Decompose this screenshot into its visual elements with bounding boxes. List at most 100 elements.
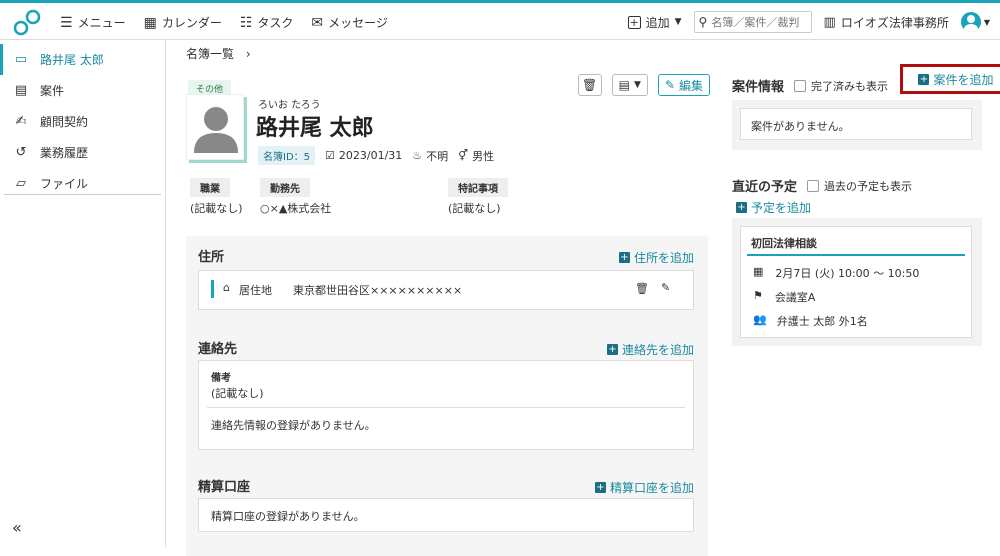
hamburger-icon: ☰ xyxy=(60,14,73,31)
sidebar-divider xyxy=(4,194,161,195)
gender-field: ⚥ 男性 xyxy=(458,149,495,163)
show-done-checkbox[interactable] xyxy=(794,79,807,92)
add-account-link[interactable]: + 精算口座を追加 xyxy=(594,479,694,496)
map-pin-icon: ⚑ xyxy=(753,289,763,302)
schedule-box: 初回法律相談 ▦ 2月7日 (火) 10:00 ～ 10:50 ⚑ 会議室A 👥… xyxy=(732,218,982,346)
name-kana: ろいお たろう xyxy=(258,100,321,111)
schedule-title: 直近の予定 xyxy=(732,180,798,195)
breadcrumb-link[interactable]: 名簿一覧 xyxy=(186,47,234,61)
event-people-row: 👥 弁護士 太郎 外1名 xyxy=(753,313,868,328)
home-icon: ⌂ xyxy=(223,281,230,294)
envelope-icon: ✉ xyxy=(311,14,324,31)
address-title: 住所 xyxy=(198,250,225,265)
job-label: 職業 xyxy=(190,178,230,197)
note-label: 特記事項 xyxy=(448,178,508,197)
document-icon: ▤ xyxy=(618,78,630,92)
calendar-nav[interactable]: ▦ カレンダー xyxy=(144,14,222,31)
event-place-row: ⚑ 会議室A xyxy=(753,289,816,304)
add-contact-link[interactable]: + 連絡先を追加 xyxy=(606,341,694,358)
cake-icon: ♨ xyxy=(412,149,423,162)
show-past-checkbox[interactable] xyxy=(807,179,820,192)
note-value: (記載なし) xyxy=(448,202,501,215)
edit-icon: ✎ xyxy=(664,78,675,92)
sidebar-item-cases[interactable]: ▤ 案件 xyxy=(0,75,165,106)
person-name: 路井尾 太郎 xyxy=(256,116,374,141)
show-past-toggle[interactable]: 過去の予定も表示 xyxy=(807,178,912,194)
users-icon: 👥 xyxy=(753,313,767,326)
gender-icon: ⚥ xyxy=(458,149,469,162)
contact-card: 備考 (記載なし) 連絡先情報の登録がありません。 xyxy=(198,360,694,450)
address-value: 東京都世田谷区×××××××××× xyxy=(293,284,463,297)
calendar-icon: ▦ xyxy=(143,14,157,31)
plus-square-icon: + xyxy=(736,202,747,213)
document-dropdown-button[interactable]: ▤ ▼ xyxy=(611,74,648,96)
task-nav[interactable]: ☷ タスク xyxy=(240,14,294,31)
work-label: 勤務先 xyxy=(260,178,310,197)
add-address-link[interactable]: + 住所を追加 xyxy=(618,249,694,266)
folder-icon: ▱ xyxy=(16,176,26,191)
task-list-icon: ☷ xyxy=(239,14,253,31)
sidebar-item-history[interactable]: ↺ 業務履歴 xyxy=(0,137,165,168)
menu-button[interactable]: ☰ メニュー xyxy=(60,14,126,31)
trash-icon: 🗑 xyxy=(582,78,598,92)
sidebar: ▭ 路井尾 太郎 ▤ 案件 ✍ 顧問契約 ↺ 業務履歴 ▱ ファイル « xyxy=(0,40,166,547)
chevron-right-icon: › xyxy=(245,47,251,61)
message-nav[interactable]: ✉ メッセージ xyxy=(311,14,388,31)
edit-address-icon[interactable]: ✎ xyxy=(661,281,670,294)
calendar-check-icon: ☑ xyxy=(325,149,335,162)
person-silhouette-icon xyxy=(194,107,238,153)
collapse-sidebar-button[interactable]: « xyxy=(12,518,22,537)
user-menu[interactable]: ▼ xyxy=(960,12,990,32)
show-done-toggle[interactable]: 完了済みも表示 xyxy=(794,78,888,94)
account-title: 精算口座 xyxy=(198,480,251,495)
plus-square-icon: + xyxy=(606,344,618,355)
delete-button[interactable]: 🗑 xyxy=(577,74,602,96)
edit-button[interactable]: ✎ 編集 xyxy=(657,74,710,96)
schedule-header: 直近の予定 過去の予定も表示 xyxy=(732,176,912,195)
plus-square-icon: + xyxy=(918,73,930,85)
event-card[interactable]: 初回法律相談 ▦ 2月7日 (火) 10:00 ～ 10:50 ⚑ 会議室A 👥… xyxy=(740,226,972,338)
cases-box: 案件がありません。 xyxy=(732,100,982,150)
delete-address-icon[interactable]: 🗑 xyxy=(635,282,649,295)
search-box[interactable]: ⚲ xyxy=(693,11,812,33)
app-logo-icon[interactable] xyxy=(12,9,42,37)
cases-title: 案件情報 xyxy=(732,80,785,95)
calendar-icon: ▦ xyxy=(753,265,764,278)
address-type: 居住地 xyxy=(239,284,272,297)
add-schedule-link[interactable]: + 予定を追加 xyxy=(736,199,811,216)
plus-square-icon: + xyxy=(618,252,630,263)
cases-header: 案件情報 完了済みも表示 xyxy=(732,76,888,95)
profile-actions: 🗑 ▤ ▼ ✎ 編集 xyxy=(577,74,710,96)
id-card-icon: ▭ xyxy=(14,52,28,67)
contact-empty: 連絡先情報の登録がありません。 xyxy=(211,419,376,432)
user-avatar-icon xyxy=(960,12,981,32)
firm-selector[interactable]: ▥ ロイオズ法律事務所 xyxy=(824,14,949,31)
contact-divider xyxy=(207,407,685,408)
contact-note-label: 備考 xyxy=(211,373,231,384)
document-icon: ▤ xyxy=(14,83,28,98)
sidebar-item-advisory[interactable]: ✍ 顧問契約 xyxy=(0,106,165,137)
contact-note-value: (記載なし) xyxy=(211,387,264,400)
account-card: 精算口座の登録がありません。 xyxy=(198,498,694,532)
building-icon: ▥ xyxy=(823,14,836,30)
date-field: ☑ 2023/01/31 xyxy=(325,149,403,162)
contact-title: 連絡先 xyxy=(198,342,238,357)
birth-field: ♨ 不明 xyxy=(412,149,449,163)
chevron-down-icon: ▼ xyxy=(674,17,682,27)
address-card: ⌂ 居住地 東京都世田谷区×××××××××× 🗑 ✎ xyxy=(198,270,694,310)
add-case-button[interactable]: + 案件を追加 xyxy=(900,64,1000,94)
add-dropdown[interactable]: + 追加 ▼ xyxy=(627,14,682,31)
profile-meta: 名簿ID：5 ☑ 2023/01/31 ♨ 不明 ⚥ 男性 xyxy=(258,146,494,165)
profile-fields: 職業 (記載なし) 勤務先 ○×▲株式会社 特記事項 (記載なし) xyxy=(190,178,710,218)
top-bar: ☰ メニュー ▦ カレンダー ☷ タスク ✉ メッセージ + 追加 ▼ ⚲ ▥ … xyxy=(0,0,1000,40)
cases-empty-card: 案件がありません。 xyxy=(740,108,972,140)
account-empty: 精算口座の登録がありません。 xyxy=(211,510,365,523)
event-title: 初回法律相談 xyxy=(751,237,817,250)
chevron-down-icon: ▼ xyxy=(634,80,641,90)
cases-empty: 案件がありません。 xyxy=(751,120,850,133)
sidebar-item-profile[interactable]: ▭ 路井尾 太郎 xyxy=(0,44,165,75)
search-icon: ⚲ xyxy=(698,15,708,29)
work-value: ○×▲株式会社 xyxy=(260,202,332,215)
search-input[interactable] xyxy=(711,15,808,29)
event-divider xyxy=(747,254,965,256)
